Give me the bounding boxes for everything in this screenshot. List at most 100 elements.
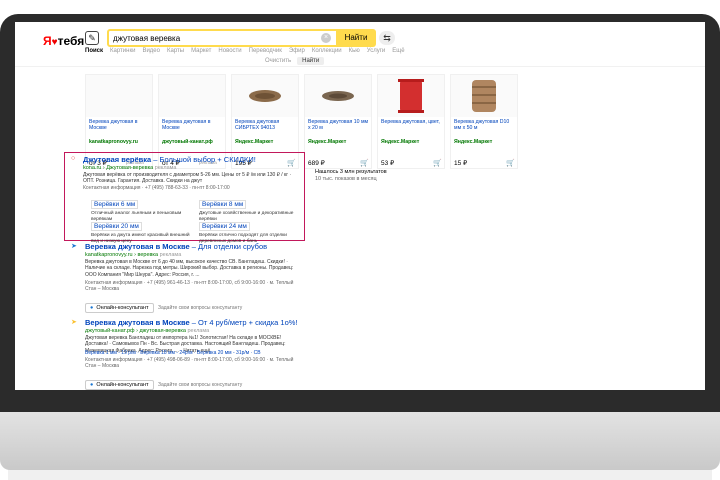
monitor-frame: Я♥тебя ✎ × Найти ⇆ Поиск Картинки Видео … (0, 0, 720, 480)
tab-news[interactable]: Новости (218, 48, 241, 54)
tab-market[interactable]: Маркет (191, 48, 211, 54)
red-spool-icon (398, 79, 424, 113)
product-title[interactable]: Веревка джутовая в Москве (89, 119, 151, 131)
arrow-marker-icon: ➤ (71, 319, 77, 326)
tab-translator[interactable]: Переводчик (249, 48, 282, 54)
ad3-consult-label: Онлайн-консультант (96, 382, 149, 388)
ad3-consult-button[interactable]: ● Онлайн-консультант (85, 380, 154, 390)
ad3-consult-note: Задайте свои вопросы консультанту (157, 382, 243, 388)
logo-ya: Я (43, 34, 52, 48)
product-shop: Яндекс.Маркет (381, 139, 420, 145)
product-price: 689 ₽ (308, 160, 325, 167)
product-image (232, 75, 298, 117)
ad2-title[interactable]: Веревка джутовая в Москве – Для отделки … (85, 242, 267, 251)
ad1-tag: реклама (154, 165, 177, 171)
search-button[interactable]: Найти (336, 29, 376, 47)
ad3-url-text: джутовый-канат.рф › джутовая-веревка (85, 328, 186, 334)
ad3-consult-row: ● Онлайн-консультант Задайте свои вопросы… (85, 373, 242, 390)
ad3-tag: реклама (187, 328, 210, 334)
ad1-title[interactable]: Джутовая верёвка – Большой выбор + СКИДК… (83, 155, 256, 164)
product-image (305, 75, 371, 117)
search-stats: Нашлось 3 млн результатов 10 тыс. показо… (315, 169, 387, 183)
menu-icon[interactable]: ✎ (85, 31, 99, 45)
product-price: 53 ₽ (381, 160, 395, 167)
product-card[interactable]: Веревка джутовая 10 мм х 20 м Яндекс.Мар… (304, 74, 372, 169)
ad2-url[interactable]: kanatkapronovyy.ru › веревка реклама (85, 252, 181, 258)
yandex-logo[interactable]: Я♥тебя (43, 34, 84, 48)
ad1-sublink[interactable]: Верёвки 6 мм (91, 200, 139, 209)
ad3-title[interactable]: Веревка джутовая в Москве – От 4 руб/мет… (85, 318, 298, 327)
ad2-text: Веревка джутовая в Москве от 6 до 40 мм,… (85, 259, 294, 278)
find-filter-button[interactable]: Найти (297, 57, 325, 65)
ad1-sublink[interactable]: Верёвки 20 мм (91, 222, 142, 231)
product-title[interactable]: Веревка джутовая СИБРТЕХ 94013 (235, 119, 297, 131)
ad1-sublink-block: Верёвки 20 мм Верёвки из джута имеют кра… (91, 215, 191, 245)
product-card[interactable]: Веревка джутовая D10 мм х 50 м Яндекс.Ма… (450, 74, 518, 169)
cart-icon[interactable]: 🛒 (506, 159, 515, 167)
chat-icon: ● (90, 305, 94, 311)
ad1-url[interactable]: kona.ru › Джутовая-веревка реклама (83, 165, 176, 171)
clear-filter-link[interactable]: Очистить (265, 58, 291, 64)
monitor-chin (0, 412, 720, 470)
product-title[interactable]: Веревка джутовая D10 мм х 50 м (454, 119, 516, 131)
ad2-consult-button[interactable]: ● Онлайн-консультант (85, 303, 154, 313)
ad1-sublink[interactable]: Верёвки 24 мм (199, 222, 250, 231)
product-image (451, 75, 517, 117)
ad2-tag: реклама (159, 252, 182, 258)
tab-more[interactable]: Ещё (392, 48, 404, 54)
logo-text: тебя (57, 34, 85, 48)
clear-icon[interactable]: × (321, 33, 331, 43)
tab-maps[interactable]: Карты (167, 48, 184, 54)
product-shop: Яндекс.Маркет (308, 139, 347, 145)
product-shop: Яндекс.Маркет (235, 139, 274, 145)
tab-collections[interactable]: Коллекции (312, 48, 342, 54)
filters-icon[interactable]: ⇆ (379, 31, 395, 45)
ad1-contact[interactable]: Контактная информация · +7 (495) 788-63-… (83, 185, 230, 191)
tab-q[interactable]: Кью (349, 48, 360, 54)
chat-icon: ● (90, 382, 94, 388)
rope-coil-icon (249, 90, 281, 102)
ad2-contact[interactable]: Контактная информация · +7 (495) 961-46-… (85, 280, 295, 293)
ad-marker-icon: ○ (71, 155, 76, 162)
ad2-consult-row: ● Онлайн-консультант Задайте свои вопросы… (85, 296, 242, 314)
product-title[interactable]: Веревка джутовая, цвет, (381, 119, 443, 125)
product-shop: kanatkapronovyy.ru (89, 139, 138, 145)
ad2-consult-note: Задайте свои вопросы консультанту (157, 305, 243, 311)
product-price: 15 ₽ (454, 160, 468, 167)
tab-images[interactable]: Картинки (110, 48, 135, 54)
ad2-consult-label: Онлайн-консультант (96, 305, 149, 311)
product-image (86, 75, 152, 117)
ad2-url-text: kanatkapronovyy.ru › веревка (85, 252, 159, 258)
ad1-title-bold: Джутовая верёвка (83, 155, 152, 164)
arrow-marker-icon: ➤ (71, 243, 77, 250)
product-card[interactable]: Веревка джутовая, цвет, Яндекс.Маркет 53… (377, 74, 445, 169)
search-box[interactable]: × (107, 29, 364, 47)
tab-efir[interactable]: Эфир (289, 48, 305, 54)
ad1-url-text: kona.ru › Джутовая-веревка (83, 165, 154, 171)
cart-icon[interactable]: 🛒 (433, 159, 442, 167)
ad3-contact[interactable]: Контактная информация · +7 (495) 498-06-… (85, 357, 295, 370)
product-image (378, 75, 444, 117)
tab-video[interactable]: Видео (142, 48, 160, 54)
ad1-title-rest: – Большой выбор + СКИДКИ! (151, 155, 256, 164)
rope-coil-icon (322, 91, 354, 101)
ad2-title-rest: – Для отделки срубов (189, 242, 268, 251)
monitor-shadow (8, 470, 712, 480)
divider (15, 66, 705, 67)
product-shop: Яндекс.Маркет (454, 139, 493, 145)
ad1-sublink-block: Верёвки 24 мм Верёвки отлично подходят д… (199, 215, 299, 245)
cart-icon[interactable]: 🛒 (360, 159, 369, 167)
filter-row: Очистить Найти (265, 57, 325, 65)
ad3-title-bold: Веревка джутовая в Москве (85, 318, 190, 327)
ad3-title-rest: – От 4 руб/метр + скидка 1о%! (189, 318, 298, 327)
product-title[interactable]: Веревка джутовая 10 мм х 20 м (308, 119, 370, 131)
ad3-links[interactable]: Веревка 1 мм - 19 р/м · Веревка 18 мм - … (85, 350, 300, 356)
ad1-sublink[interactable]: Верёвки 8 мм (199, 200, 247, 209)
product-image (159, 75, 225, 117)
tab-services[interactable]: Услуги (367, 48, 385, 54)
search-tabs: Поиск Картинки Видео Карты Маркет Новост… (85, 48, 405, 54)
product-title[interactable]: Веревка джутовая в Москве (162, 119, 224, 131)
tab-search[interactable]: Поиск (85, 48, 103, 54)
ad3-url[interactable]: джутовый-канат.рф › джутовая-веревка рек… (85, 328, 209, 334)
search-input[interactable] (113, 32, 313, 45)
